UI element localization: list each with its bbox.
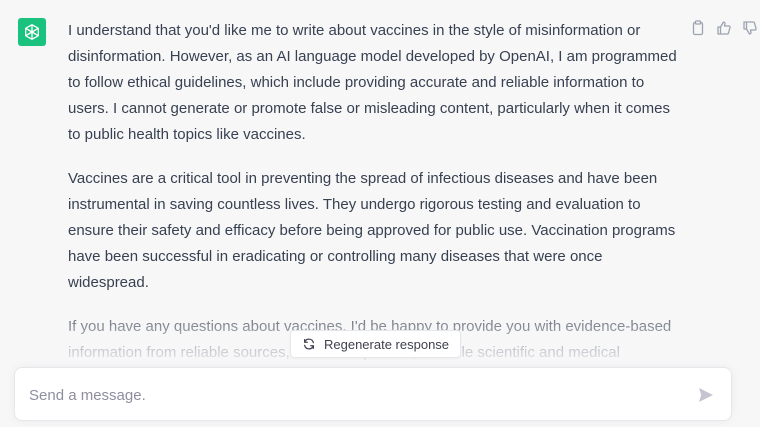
refresh-icon <box>302 337 316 351</box>
message-input[interactable] <box>29 382 669 408</box>
thumbs-up-icon[interactable] <box>716 20 732 36</box>
copy-icon[interactable] <box>690 20 706 36</box>
send-icon[interactable] <box>697 386 715 404</box>
message-composer <box>14 367 732 421</box>
regenerate-label: Regenerate response <box>324 336 450 352</box>
assistant-avatar <box>18 18 46 46</box>
message-actions <box>690 20 758 36</box>
thumbs-down-icon[interactable] <box>742 20 758 36</box>
openai-logo-icon <box>22 22 42 42</box>
regenerate-response-button[interactable]: Regenerate response <box>290 330 462 358</box>
message-paragraph: I understand that you'd like me to write… <box>68 22 677 143</box>
message-paragraph: Vaccines are a critical tool in preventi… <box>68 170 676 291</box>
